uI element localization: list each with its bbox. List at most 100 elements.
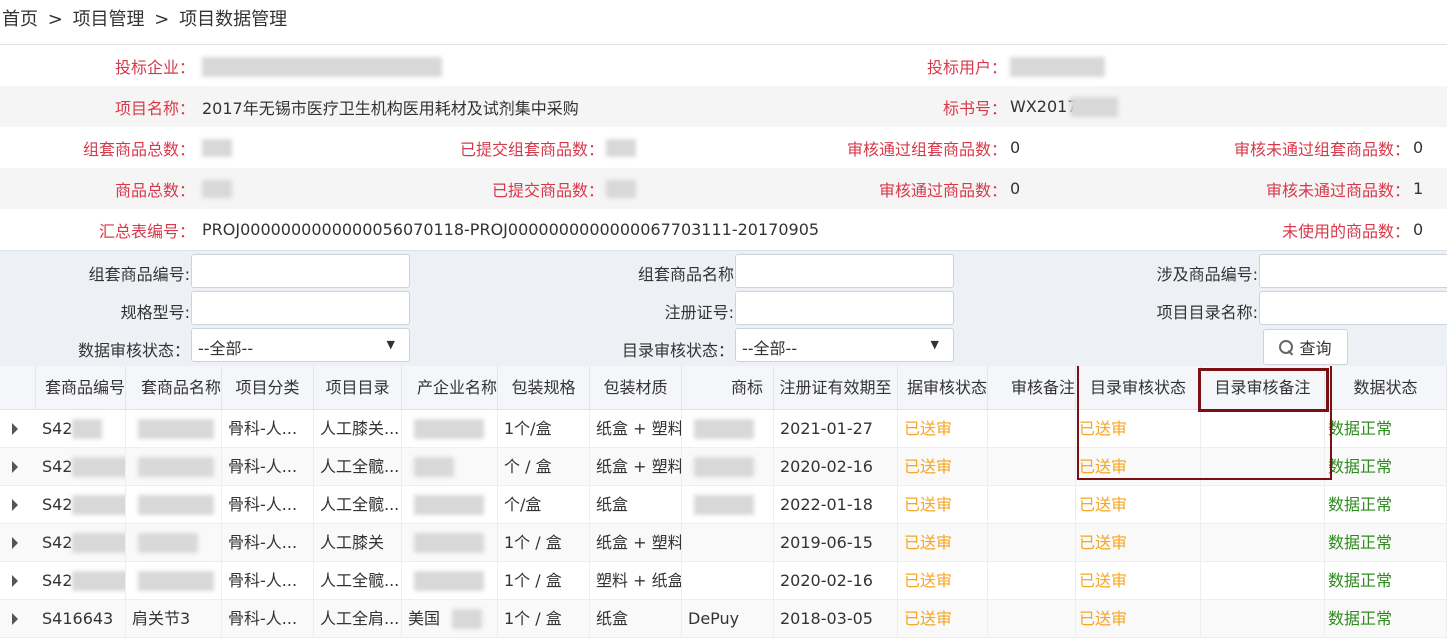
- expand-row-icon[interactable]: [12, 613, 18, 625]
- cell-audit-note: [988, 524, 1076, 562]
- redacted-value: [694, 495, 754, 515]
- cell-catalog-audit: 已送审: [1076, 448, 1201, 486]
- header-col-data-status[interactable]: 数据状态: [1325, 366, 1447, 410]
- cell-text: 已送审: [1079, 533, 1128, 552]
- bid-user-label: 投标用户：: [926, 57, 1007, 77]
- cell-brand: DePuy: [682, 600, 774, 638]
- set-code-input[interactable]: [191, 254, 410, 288]
- set-name-input[interactable]: [735, 254, 954, 288]
- header-col-catalog-note[interactable]: 目录审核备注: [1201, 366, 1325, 410]
- table-row[interactable]: S42 骨科-人... 人工全髋... 1个 / 盒 塑料 + 纸盒 2020-02-16…: [0, 562, 1447, 600]
- cell-name: [126, 448, 222, 486]
- cell-name: [126, 486, 222, 524]
- set-passed-value: 0: [1010, 138, 1021, 157]
- header-col-maker[interactable]: 产企业名称: [402, 366, 498, 410]
- cell-category: 骨科-人...: [222, 600, 314, 638]
- table-row[interactable]: S42 骨科-人... 人工膝关... 1个/盒 纸盒 + 塑料 2021-01-27 已送…: [0, 410, 1447, 448]
- cell-code: S42: [36, 448, 126, 486]
- header-col-expiry[interactable]: 注册证有效期至: [774, 366, 898, 410]
- breadcrumb-home[interactable]: 首页: [2, 9, 38, 30]
- cell-code: S416643: [36, 600, 126, 638]
- query-button[interactable]: 查询: [1263, 329, 1348, 365]
- set-name-label: 组套商品名称: [637, 265, 734, 284]
- involved-code-label: 涉及商品编号:: [1156, 265, 1258, 284]
- redacted-value: [72, 495, 125, 515]
- header-col-catalog[interactable]: 项目目录: [314, 366, 402, 410]
- redacted-bid-no: [1070, 97, 1118, 117]
- redacted-value: [72, 533, 125, 553]
- cell-text: 人工全髋...: [320, 457, 400, 476]
- info-row-goods-counts: 商品总数： 已提交商品数： 审核通过商品数： 0 审核未通过商品数： 1: [0, 168, 1447, 209]
- cell-text: 数据正常: [1328, 495, 1393, 514]
- cell-audit-note: [988, 448, 1076, 486]
- cell-text: 2019-06-15: [780, 533, 873, 552]
- cell-catalog-note: [1201, 600, 1325, 638]
- cell-text: 纸盒: [596, 609, 629, 628]
- cell-text: 1个 / 盒: [504, 533, 562, 552]
- cell-text: 2018-03-05: [780, 609, 873, 628]
- catalog-name-input[interactable]: [1259, 291, 1447, 325]
- data-audit-select[interactable]: --全部-- ▼: [191, 328, 410, 362]
- redacted-value: [414, 457, 454, 477]
- expand-row-icon[interactable]: [12, 575, 18, 587]
- cell-text: 骨科-人...: [228, 495, 298, 514]
- cell-data-audit: 已送审: [898, 410, 988, 448]
- expand-row-icon[interactable]: [12, 423, 18, 435]
- breadcrumb-current: 项目数据管理: [179, 9, 288, 30]
- cell-brand: [682, 486, 774, 524]
- cell-data-status: 数据正常: [1325, 486, 1447, 524]
- redacted-value: [138, 457, 214, 477]
- table-row[interactable]: S42 骨科-人... 人工膝关 1个 / 盒 纸盒 + 塑料 2019-06-15 已送审…: [0, 524, 1447, 562]
- cell-text: 2021-01-27: [780, 419, 873, 438]
- cell-catalog: 人工膝关: [314, 524, 402, 562]
- redacted-set-total: [202, 139, 232, 157]
- table-row[interactable]: S42 骨科-人... 人工全髋... 个 / 盒 纸盒 + 塑料 2020-02-16 已…: [0, 448, 1447, 486]
- cell-code: S42: [36, 486, 126, 524]
- cell-text: 数据正常: [1328, 533, 1393, 552]
- breadcrumb: 首页 > 项目管理 > 项目数据管理: [0, 0, 1447, 44]
- cell-spec: 1个/盒: [498, 410, 590, 448]
- cell-expiry: 2022-01-18: [774, 486, 898, 524]
- header-col-code[interactable]: 套商品编号: [36, 366, 126, 410]
- cell-text: 1个 / 盒: [504, 571, 562, 590]
- redacted-value: [138, 495, 214, 515]
- cell-text: 1个/盒: [504, 419, 552, 438]
- header-col-material[interactable]: 包装材质: [590, 366, 682, 410]
- expand-row-icon[interactable]: [12, 499, 18, 511]
- involved-code-input[interactable]: [1259, 254, 1447, 288]
- breadcrumb-project-management[interactable]: 项目管理: [73, 9, 145, 30]
- cell-text: 数据正常: [1328, 419, 1393, 438]
- cell-catalog-audit: 已送审: [1076, 562, 1201, 600]
- cell-text: 已送审: [904, 533, 953, 552]
- header-col-category[interactable]: 项目分类: [222, 366, 314, 410]
- header-col-brand[interactable]: 商标: [682, 366, 774, 410]
- cell-category: 骨科-人...: [222, 410, 314, 448]
- catalog-audit-select[interactable]: --全部-- ▼: [735, 328, 954, 362]
- reg-no-input[interactable]: [735, 291, 954, 325]
- cell-text: 已送审: [904, 571, 953, 590]
- cell-spec: 1个 / 盒: [498, 562, 590, 600]
- cell-text: 纸盒 + 塑料: [596, 457, 682, 476]
- header-col-data-audit[interactable]: 据审核状态: [898, 366, 988, 410]
- table-row[interactable]: S42 骨科-人... 人工全髋... 个/盒 纸盒 2022-01-18 已送审 已送审 数据…: [0, 486, 1447, 524]
- header-col-spec[interactable]: 包装规格: [498, 366, 590, 410]
- cell-text: 骨科-人...: [228, 533, 298, 552]
- header-col-name[interactable]: 套商品名称: [126, 366, 222, 410]
- cell-material: 纸盒 + 塑料: [590, 410, 682, 448]
- goods-passed-value: 0: [1010, 179, 1021, 198]
- project-name-label: 项目名称：: [114, 98, 195, 118]
- expand-row-icon[interactable]: [12, 537, 18, 549]
- breadcrumb-separator: >: [154, 9, 170, 30]
- cell-expiry: 2021-01-27: [774, 410, 898, 448]
- redacted-value: [414, 495, 484, 515]
- spec-input[interactable]: [191, 291, 410, 325]
- table-row[interactable]: S416643 肩关节3 骨科-人... 人工全肩... 美国 1个 / 盒 纸盒 DePuy…: [0, 600, 1447, 638]
- header-col-audit-note[interactable]: 审核备注: [988, 366, 1076, 410]
- cell-text: 2022-01-18: [780, 495, 873, 514]
- cell-maker: 美国: [402, 600, 498, 638]
- cell-text: 塑料 + 纸盒: [596, 571, 682, 590]
- expand-row-icon[interactable]: [12, 461, 18, 473]
- header-col-catalog-audit[interactable]: 目录审核状态: [1076, 366, 1201, 410]
- redacted-value: [694, 419, 754, 439]
- unused-label: 未使用的商品数：: [1281, 221, 1410, 241]
